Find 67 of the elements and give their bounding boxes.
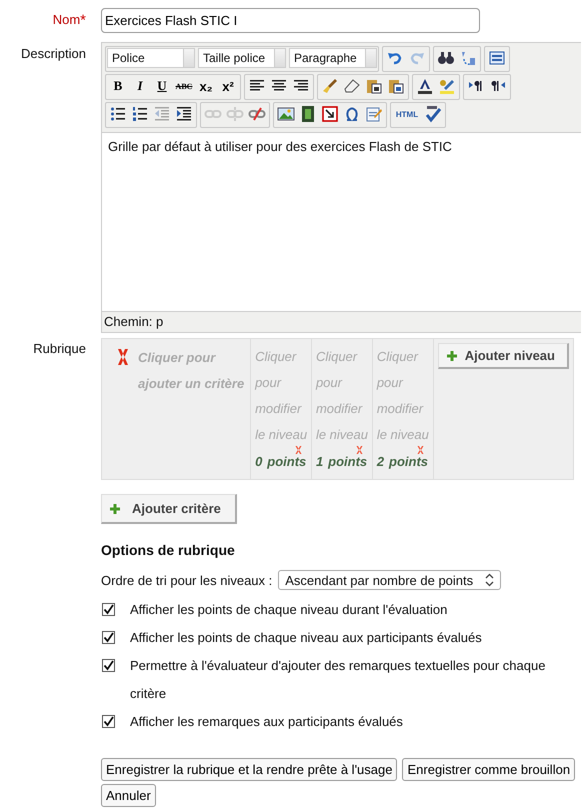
level-definition: Cliquer pour modifier le niveau [316,348,369,444]
checkbox[interactable] [102,603,115,616]
level-cell[interactable]: Cliquer pour modifier le niveau 1 points [312,339,373,479]
toolbar-button[interactable]: I [129,76,151,96]
form-button[interactable]: Enregistrer la rubrique et la rendre prête à l'usage [101,758,398,781]
checkbox-label: Afficher les remarques aux participants évalués [130,713,403,731]
points-label: points [389,454,428,470]
level-score: 0 [255,454,262,470]
toolbar-button[interactable]: x² [217,76,239,96]
toolbar-button[interactable] [319,104,341,124]
delete-icon[interactable] [416,446,424,454]
checkbox-label: Permettre à l'évaluateur d'ajouter des remarques textuelles pour chaque critère [130,657,546,703]
toolbar-dropdown[interactable]: Paragraphe [289,48,377,68]
level-definition: Cliquer pour modifier le niveau [255,348,308,444]
toolbar-button[interactable]: HTML [392,104,422,124]
add-criterion-button[interactable]: Ajouter critère [101,494,237,524]
numlist-icon [131,105,149,123]
image-icon [277,105,295,123]
nolink-icon [248,105,266,123]
up-down-arrow-icon [485,573,494,587]
level-score: 1 [316,454,324,470]
find-icon [437,49,455,67]
level-cell[interactable]: Cliquer pour modifier le niveau 0 points [251,339,312,479]
sort-dropdown[interactable]: Ascendant par nombre de points [278,570,502,590]
window-icon [488,49,506,67]
required-mark: * [80,12,86,29]
form-button[interactable]: Enregistrer comme brouillon [402,758,576,781]
bullist-icon [109,105,127,123]
field-label: Rubrique [33,341,86,356]
checkbox[interactable] [102,659,115,672]
checkbox-label: Afficher les points de chaque niveau durant l'évaluation [130,601,448,619]
toolbar-button[interactable]: U [151,76,173,96]
toolbar-dropdown[interactable]: Police [107,48,195,68]
eraser-icon [343,77,361,95]
textcolor-icon [416,77,434,95]
points-label: points [267,454,306,470]
checkbox[interactable] [102,631,115,644]
delete-icon[interactable] [295,446,302,454]
toolbar-dropdown[interactable]: Taille police [198,48,286,68]
highlight-icon [438,77,456,95]
indent-icon [175,105,193,123]
section-heading: Options de rubrique [101,542,236,558]
delete-icon[interactable] [116,347,130,367]
add-level-button[interactable]: Ajouter niveau [438,343,569,369]
name-field[interactable]: Exercices Flash STIC I [101,8,480,33]
sort-label: Ordre de tri pour les niveaux : [101,572,272,588]
description-text: Grille par défaut à utiliser pour des exercices Flash de STIC [108,139,453,154]
field-label: Nom [52,12,80,27]
points-label: points [328,454,368,470]
toolbar-button[interactable]: x₂ [195,76,217,96]
form-button[interactable]: Annuler [101,784,156,807]
unlink-icon [226,105,244,123]
field-label: Description [20,46,86,61]
brush-icon [321,77,339,95]
toolbar-button[interactable]: ABC [173,76,195,96]
level-score: 2 [376,454,384,470]
plus-icon [446,350,457,360]
outdent-icon [153,105,171,123]
element-path: Chemin: p [104,314,164,329]
level-definition: Cliquer pour modifier le niveau [376,348,430,444]
plus-icon [110,504,120,514]
toolbar-button[interactable]: B [107,76,129,96]
checkbox[interactable] [102,715,115,728]
checkbox-label: Afficher les points de chaque niveau aux participants évalués [130,629,482,647]
level-cell[interactable]: Cliquer pour modifier le niveau 2 points [372,339,434,479]
edit-icon [365,105,383,123]
delete-icon[interactable] [356,446,363,454]
